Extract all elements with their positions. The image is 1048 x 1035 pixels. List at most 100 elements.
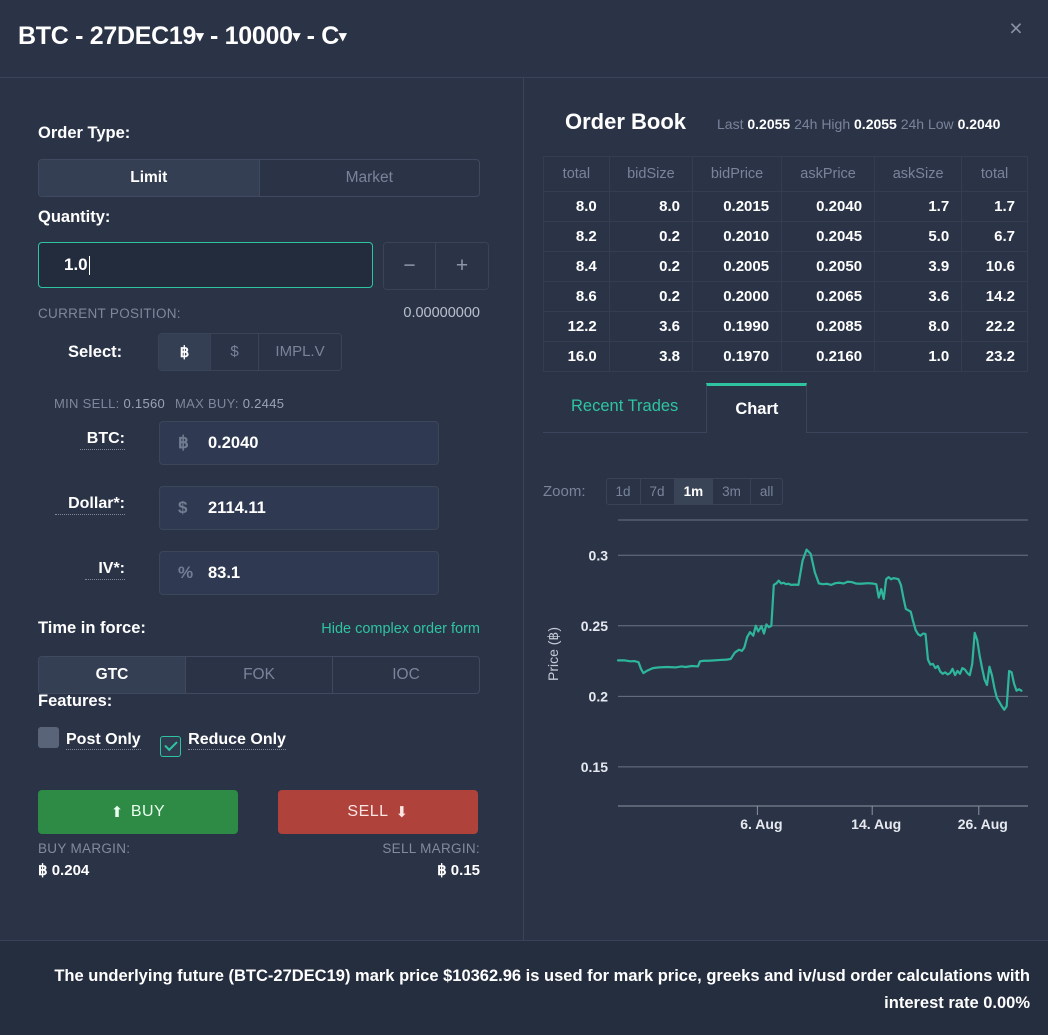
cell-bidSize: 8.0 <box>609 192 692 222</box>
zoom-1d[interactable]: 1d <box>607 479 641 504</box>
order-type-market[interactable]: Market <box>260 160 480 196</box>
instrument-underlying[interactable]: BTC - 27DEC19 <box>18 22 196 50</box>
zoom-3m[interactable]: 3m <box>713 479 751 504</box>
cell-bidPrice: 0.2010 <box>693 222 782 252</box>
tab-recent-trades[interactable]: Recent Trades <box>543 383 706 432</box>
cell-bidSize: 0.2 <box>609 252 692 282</box>
dollar-icon: $ <box>178 498 208 518</box>
order-type-label: Order Type: <box>38 124 130 143</box>
price-unit-implv[interactable]: IMPL.V <box>259 334 341 370</box>
cell-total: 23.2 <box>962 342 1028 372</box>
quantity-increment-button[interactable]: + <box>436 243 488 289</box>
table-header-row: total bidSize bidPrice askPrice askSize … <box>544 157 1028 192</box>
price-unit-toggle[interactable]: ฿ $ IMPL.V <box>158 333 342 371</box>
col-bidsize[interactable]: bidSize <box>609 157 692 192</box>
sell-button[interactable]: SELL ⬇ <box>278 790 478 834</box>
select-label: Select: <box>68 343 122 362</box>
order-type-limit[interactable]: Limit <box>39 160 260 196</box>
chevron-down-icon-expiry[interactable]: ▾ <box>196 28 203 45</box>
table-row[interactable]: 16.03.80.19700.21601.023.2 <box>544 342 1028 372</box>
col-askprice[interactable]: askPrice <box>782 157 875 192</box>
min-sell-value: 0.1560 <box>123 396 165 411</box>
cell-askSize: 8.0 <box>875 312 962 342</box>
orderbook-panel: Order Book Last 0.2055 24h High 0.2055 2… <box>524 78 1048 940</box>
btc-price-value: 0.2040 <box>208 434 258 453</box>
col-total-ask[interactable]: total <box>962 157 1028 192</box>
hide-complex-order-form-link[interactable]: Hide complex order form <box>321 621 480 637</box>
price-unit-dollar[interactable]: $ <box>211 334 259 370</box>
tab-chart[interactable]: Chart <box>706 383 807 433</box>
close-icon[interactable]: × <box>1000 12 1032 44</box>
cell-bidPrice: 0.2000 <box>693 282 782 312</box>
stat-high-label: 24h High <box>794 116 850 132</box>
percent-icon: % <box>178 563 208 583</box>
instrument-type[interactable]: - C <box>307 22 339 50</box>
cell-bidSize: 3.6 <box>609 312 692 342</box>
cell-total: 14.2 <box>962 282 1028 312</box>
tif-fok[interactable]: FOK <box>186 657 333 693</box>
table-row[interactable]: 8.40.20.20050.20503.910.6 <box>544 252 1028 282</box>
chevron-down-icon-type[interactable]: ▾ <box>339 28 346 45</box>
cell-askSize: 1.7 <box>875 192 962 222</box>
table-row[interactable]: 8.20.20.20100.20455.06.7 <box>544 222 1028 252</box>
table-row[interactable]: 12.23.60.19900.20858.022.2 <box>544 312 1028 342</box>
sell-button-label: SELL <box>347 803 388 821</box>
table-row[interactable]: 8.60.20.20000.20653.614.2 <box>544 282 1028 312</box>
tif-gtc[interactable]: GTC <box>39 657 186 693</box>
btc-price-label: BTC: <box>80 430 125 450</box>
table-row[interactable]: 8.08.00.20150.20401.71.7 <box>544 192 1028 222</box>
iv-value: 83.1 <box>208 564 240 583</box>
cell-askSize: 3.9 <box>875 252 962 282</box>
cell-askPrice: 0.2160 <box>782 342 875 372</box>
price-unit-btc[interactable]: ฿ <box>159 334 211 370</box>
xtick-label-2: 26. Aug <box>958 816 1008 832</box>
reduce-only-checkbox[interactable] <box>160 736 181 757</box>
post-only-checkbox[interactable] <box>38 727 59 748</box>
cell-askPrice: 0.2085 <box>782 312 875 342</box>
iv-field[interactable]: % 83.1 <box>159 551 439 595</box>
tif-ioc[interactable]: IOC <box>333 657 479 693</box>
quantity-input[interactable]: 1.0 <box>38 242 373 288</box>
footer-bar: The underlying future (BTC-27DEC19) mark… <box>0 940 1048 1035</box>
cell-bidPrice: 0.1970 <box>693 342 782 372</box>
title-bar: BTC - 27DEC19▾ - 10000▾ - C▾ × <box>0 0 1048 78</box>
instrument-strike[interactable]: - 10000 <box>210 22 293 50</box>
stat-high-value: 0.2055 <box>854 116 897 132</box>
zoom-range-buttons[interactable]: 1d 7d 1m 3m all <box>606 478 784 505</box>
cell-askSize: 1.0 <box>875 342 962 372</box>
cell-total: 1.7 <box>962 192 1028 222</box>
time-in-force-toggle[interactable]: GTC FOK IOC <box>38 656 480 694</box>
dollar-price-field[interactable]: $ 2114.11 <box>159 486 439 530</box>
dollar-price-value: 2114.11 <box>208 499 266 518</box>
panel-tabs: Recent Trades Chart <box>543 383 1028 433</box>
arrow-up-icon: ⬆ <box>111 803 124 821</box>
zoom-1m[interactable]: 1m <box>675 479 714 504</box>
col-asksize[interactable]: askSize <box>875 157 962 192</box>
chevron-down-icon-strike[interactable]: ▾ <box>293 28 300 45</box>
chart-series-0 <box>618 550 1021 710</box>
order-book-body: 8.08.00.20150.20401.71.78.20.20.20100.20… <box>544 192 1028 372</box>
ytick-label-3: 0.3 <box>589 547 609 563</box>
cell-askSize: 3.6 <box>875 282 962 312</box>
cell-askPrice: 0.2040 <box>782 192 875 222</box>
order-type-toggle[interactable]: Limit Market <box>38 159 480 197</box>
zoom-all[interactable]: all <box>751 479 783 504</box>
max-buy-value: 0.2445 <box>243 396 285 411</box>
btc-price-field[interactable]: ฿ 0.2040 <box>159 421 439 465</box>
page-title: BTC - 27DEC19▾ - 10000▾ - C▾ <box>18 22 346 51</box>
ytick-label-1: 0.2 <box>589 688 609 704</box>
buy-button[interactable]: ⬆ BUY <box>38 790 238 834</box>
footer-note: The underlying future (BTC-27DEC19) mark… <box>18 963 1030 1017</box>
quantity-decrement-button[interactable]: − <box>384 243 436 289</box>
sell-margin-value: ฿ 0.15 <box>437 861 480 879</box>
quantity-stepper: 1.0 − + <box>38 242 489 290</box>
price-chart[interactable]: 0.150.20.250.3Price (฿)6. Aug14. Aug26. … <box>536 510 1036 840</box>
cell-total: 8.4 <box>544 252 610 282</box>
features-label: Features: <box>38 692 112 711</box>
cell-askSize: 5.0 <box>875 222 962 252</box>
buy-button-label: BUY <box>131 803 165 821</box>
zoom-7d[interactable]: 7d <box>641 479 675 504</box>
col-bidprice[interactable]: bidPrice <box>693 157 782 192</box>
cell-bidPrice: 0.2005 <box>693 252 782 282</box>
col-total-bid[interactable]: total <box>544 157 610 192</box>
